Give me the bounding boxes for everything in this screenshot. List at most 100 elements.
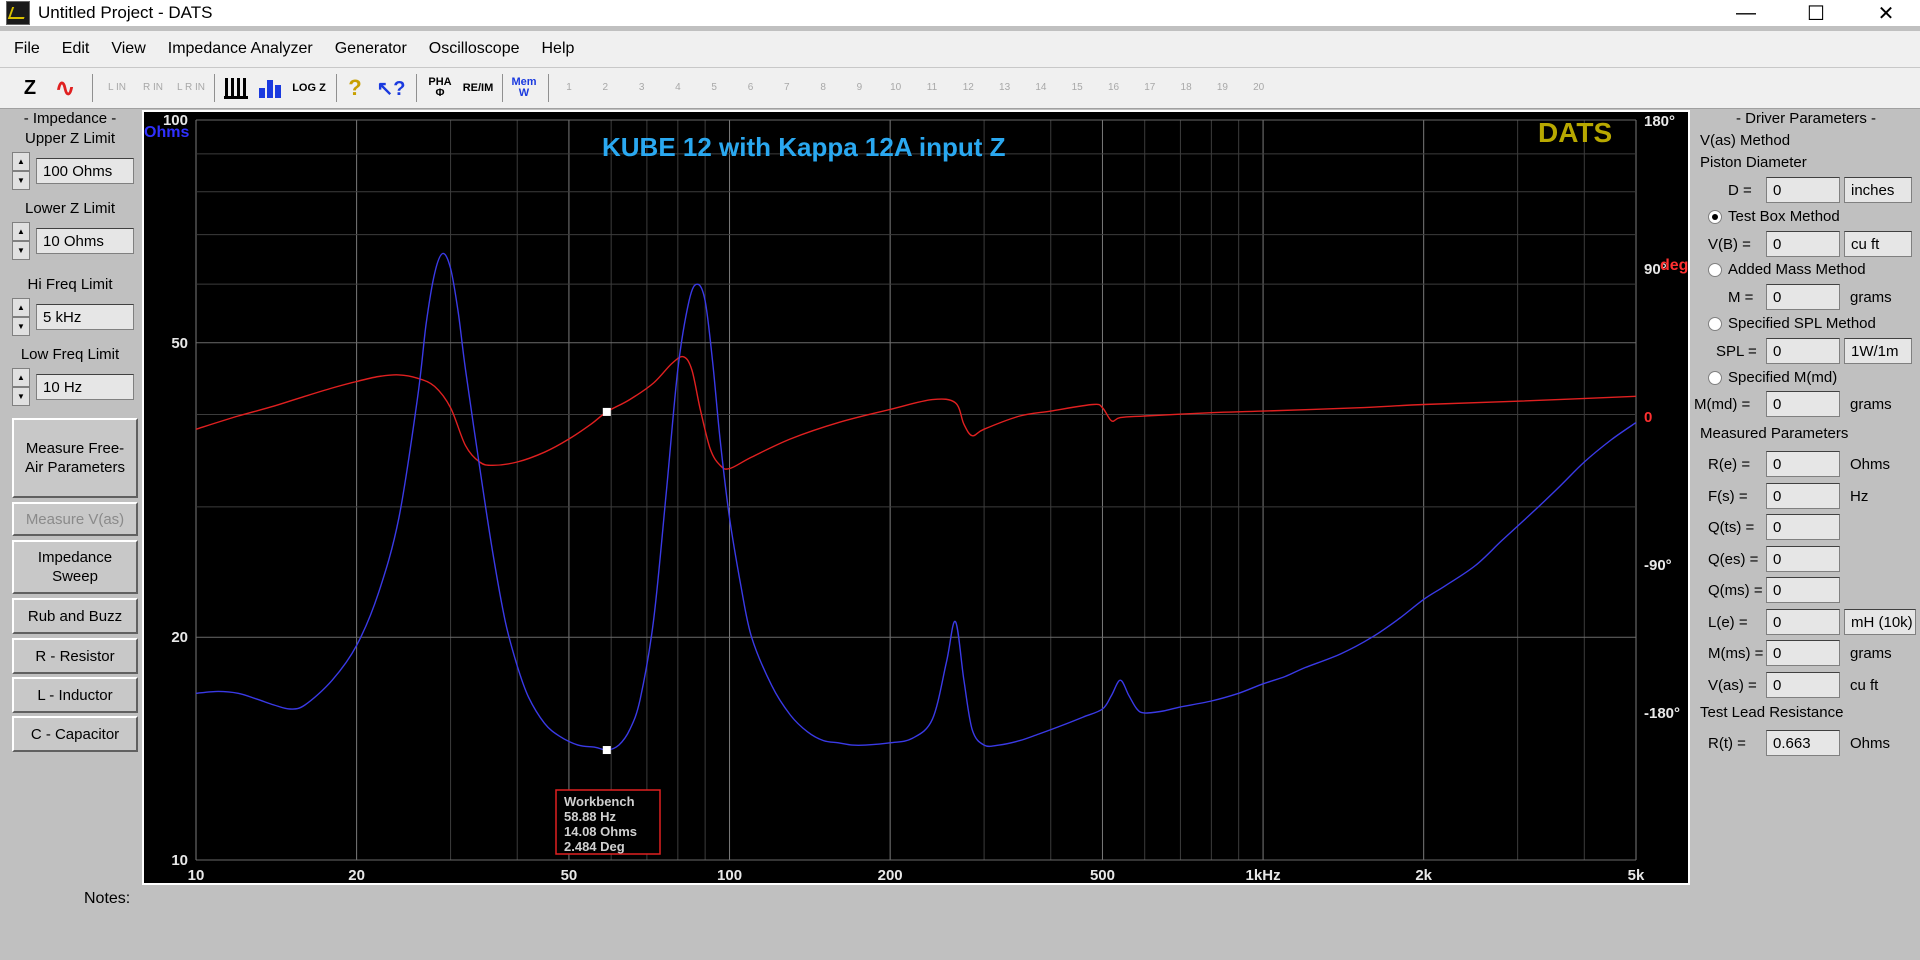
menu-oscilloscope[interactable]: Oscilloscope bbox=[418, 40, 531, 58]
piano-keys-icon[interactable] bbox=[222, 73, 252, 103]
maximize-button[interactable]: ☐ bbox=[1788, 0, 1844, 26]
impedance-mode-button[interactable]: Z bbox=[16, 73, 44, 103]
param-value[interactable]: 0 bbox=[1766, 451, 1840, 477]
resistor-button[interactable]: R - Resistor bbox=[12, 638, 138, 674]
phase-cursor-marker[interactable] bbox=[602, 407, 611, 416]
spin-up-icon[interactable]: ▲ bbox=[12, 222, 30, 241]
memory-slot-19[interactable]: 19 bbox=[1209, 73, 1235, 103]
param-value[interactable]: 0 bbox=[1766, 577, 1840, 603]
lower-z-value[interactable]: 10 Ohms bbox=[36, 228, 134, 254]
impedance-plot-area[interactable]: 10 20 50 100 200 500 1kHz 2k 5k 10 20 50 100 180° 90… bbox=[142, 110, 1690, 885]
minimize-button[interactable]: — bbox=[1718, 0, 1774, 26]
lower-z-spinner[interactable]: ▲ ▼ bbox=[12, 222, 30, 260]
sine-wave-icon[interactable]: ∿ bbox=[50, 73, 80, 103]
memory-slot-14[interactable]: 14 bbox=[1028, 73, 1054, 103]
param-value[interactable]: 0 bbox=[1766, 545, 1840, 572]
memory-slot-7[interactable]: 7 bbox=[774, 73, 800, 103]
window-title: Untitled Project - DATS bbox=[38, 3, 213, 22]
memory-slot-10[interactable]: 10 bbox=[883, 73, 909, 103]
memory-slot-13[interactable]: 13 bbox=[992, 73, 1018, 103]
hi-freq-spinner[interactable]: ▲ ▼ bbox=[12, 298, 30, 336]
bar-graph-icon[interactable] bbox=[256, 73, 286, 103]
spl-method-radio[interactable] bbox=[1708, 317, 1722, 331]
close-button[interactable]: ✕ bbox=[1858, 0, 1914, 26]
memory-slot-9[interactable]: 9 bbox=[846, 73, 872, 103]
param-unit: Ohms bbox=[1850, 456, 1891, 473]
spin-down-icon[interactable]: ▼ bbox=[12, 171, 30, 190]
param-value[interactable]: 0 bbox=[1766, 640, 1840, 666]
inductor-button[interactable]: L - Inductor bbox=[12, 677, 138, 713]
memory-slot-2[interactable]: 2 bbox=[592, 73, 618, 103]
capacitor-button[interactable]: C - Capacitor bbox=[12, 716, 138, 752]
impedance-cursor-marker[interactable] bbox=[602, 746, 611, 755]
right-input-button[interactable]: R IN bbox=[140, 73, 166, 103]
spl-input[interactable]: 0 bbox=[1766, 338, 1840, 364]
dats-watermark: DATS bbox=[1538, 117, 1612, 148]
context-help-icon[interactable]: ↖? bbox=[376, 73, 406, 103]
menu-generator[interactable]: Generator bbox=[324, 40, 418, 58]
memory-slot-11[interactable]: 11 bbox=[919, 73, 945, 103]
menu-impedance-analyzer[interactable]: Impedance Analyzer bbox=[157, 40, 324, 58]
menu-edit[interactable]: Edit bbox=[51, 40, 101, 58]
added-mass-input[interactable]: 0 bbox=[1766, 284, 1840, 310]
memory-slot-5[interactable]: 5 bbox=[701, 73, 727, 103]
spin-down-icon[interactable]: ▼ bbox=[12, 241, 30, 260]
param-label: V(as) = bbox=[1708, 676, 1757, 694]
low-freq-spinner[interactable]: ▲ ▼ bbox=[12, 368, 30, 406]
memory-slot-16[interactable]: 16 bbox=[1101, 73, 1127, 103]
added-mass-label: Added Mass Method bbox=[1728, 261, 1866, 278]
test-box-radio[interactable] bbox=[1708, 210, 1722, 224]
param-value[interactable]: 0 bbox=[1766, 482, 1840, 509]
spin-up-icon[interactable]: ▲ bbox=[12, 368, 30, 387]
memory-slot-18[interactable]: 18 bbox=[1173, 73, 1199, 103]
memory-write-button[interactable]: Mem W bbox=[508, 73, 540, 103]
impedance-sweep-button[interactable]: Impedance Sweep bbox=[12, 540, 138, 594]
mmd-method-radio[interactable] bbox=[1708, 371, 1722, 385]
added-mass-radio[interactable] bbox=[1708, 263, 1722, 277]
real-imaginary-button[interactable]: RE/IM bbox=[462, 73, 494, 103]
left-input-button[interactable]: L IN bbox=[104, 73, 130, 103]
param-unit-select[interactable]: mH (10k) bbox=[1844, 608, 1916, 635]
spl-unit-select[interactable]: 1W/1m bbox=[1844, 338, 1912, 364]
memory-slot-17[interactable]: 17 bbox=[1137, 73, 1163, 103]
menu-help[interactable]: Help bbox=[530, 40, 585, 58]
upper-z-spinner[interactable]: ▲ ▼ bbox=[12, 152, 30, 190]
spin-down-icon[interactable]: ▼ bbox=[12, 387, 30, 406]
rt-input[interactable]: 0.663 bbox=[1766, 730, 1840, 756]
vb-unit-select[interactable]: cu ft bbox=[1844, 231, 1912, 257]
spin-up-icon[interactable]: ▲ bbox=[12, 152, 30, 171]
hi-freq-limit-label: Hi Freq Limit bbox=[6, 276, 134, 293]
vb-input[interactable]: 0 bbox=[1766, 231, 1840, 257]
diameter-unit-select[interactable]: inches bbox=[1844, 177, 1912, 203]
spin-down-icon[interactable]: ▼ bbox=[12, 317, 30, 336]
left-right-input-button[interactable]: L R IN bbox=[176, 73, 206, 103]
memory-slot-6[interactable]: 6 bbox=[738, 73, 764, 103]
hi-freq-value[interactable]: 5 kHz bbox=[36, 304, 134, 330]
param-label: Q(ms) = bbox=[1708, 582, 1763, 599]
param-value[interactable]: 0 bbox=[1766, 671, 1840, 698]
menu-file[interactable]: File bbox=[0, 40, 51, 58]
memory-slot-3[interactable]: 3 bbox=[629, 73, 655, 103]
memory-slot-20[interactable]: 20 bbox=[1246, 73, 1272, 103]
mmd-input[interactable]: 0 bbox=[1766, 391, 1840, 417]
log-z-button[interactable]: LOG Z bbox=[292, 73, 326, 103]
help-question-icon[interactable]: ? bbox=[342, 73, 368, 103]
memory-slot-8[interactable]: 8 bbox=[810, 73, 836, 103]
upper-z-value[interactable]: 100 Ohms bbox=[36, 158, 134, 184]
memory-slot-1[interactable]: 1 bbox=[556, 73, 582, 103]
spin-up-icon[interactable]: ▲ bbox=[12, 298, 30, 317]
measure-vas-button[interactable]: Measure V(as) bbox=[12, 502, 138, 536]
low-freq-value[interactable]: 10 Hz bbox=[36, 374, 134, 400]
memory-slot-4[interactable]: 4 bbox=[665, 73, 691, 103]
rub-and-buzz-button[interactable]: Rub and Buzz bbox=[12, 598, 138, 634]
menu-view[interactable]: View bbox=[100, 40, 156, 58]
memory-slot-12[interactable]: 12 bbox=[955, 73, 981, 103]
piston-diameter-input[interactable]: 0 bbox=[1766, 177, 1840, 203]
phase-button[interactable]: PHA Φ bbox=[424, 73, 456, 103]
measure-free-air-button[interactable]: Measure Free-Air Parameters bbox=[12, 418, 138, 498]
param-value[interactable]: 0 bbox=[1766, 608, 1840, 635]
phase-axis-labels: 180°90°0-90°-180° bbox=[1644, 113, 1680, 722]
memory-slot-15[interactable]: 15 bbox=[1064, 73, 1090, 103]
param-value[interactable]: 0 bbox=[1766, 514, 1840, 540]
x-tick-label: 10 bbox=[188, 867, 205, 883]
